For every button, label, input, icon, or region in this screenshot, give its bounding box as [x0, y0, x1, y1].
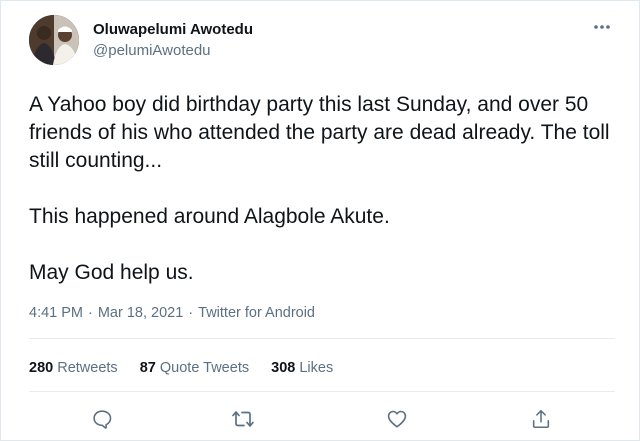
quote-tweets-count: 87 [139, 360, 156, 376]
likes-stat[interactable]: 308 Likes [271, 360, 333, 376]
quote-tweets-label: Quote Tweets [159, 360, 250, 376]
author-name[interactable]: Oluwapelumi Awotedu [93, 21, 253, 38]
more-dots-icon [594, 25, 610, 29]
reply-icon [93, 410, 112, 429]
retweets-label: Retweets [57, 360, 118, 376]
meta-separator: · [88, 305, 93, 321]
divider [29, 391, 615, 392]
like-button[interactable] [384, 406, 410, 432]
tweet-meta: 4:41 PM · Mar 18, 2021 · Twitter for Android [29, 305, 315, 321]
meta-separator: · [188, 305, 194, 321]
reply-button[interactable] [89, 406, 115, 432]
likes-label: Likes [299, 360, 334, 376]
share-icon [532, 409, 550, 429]
tweet-time[interactable]: 4:41 PM [29, 305, 83, 321]
tweet-paragraph: This happened around Alagbole Akute. [29, 205, 390, 228]
retweets-count: 280 [29, 360, 54, 376]
tweet-stats: 280 Retweets 87 Quote Tweets 308 Likes [29, 360, 351, 376]
tweet-paragraph: May God help us. [29, 261, 194, 284]
quote-tweets-stat[interactable]: 87 Quote Tweets [140, 360, 249, 376]
tweet-source[interactable]: Twitter for Android [198, 305, 315, 321]
divider [29, 338, 615, 339]
more-options-button[interactable] [589, 17, 615, 37]
tweet-card: Oluwapelumi Awotedu @pelumiAwotedu A Yah… [0, 0, 640, 441]
share-button[interactable] [528, 406, 554, 432]
action-bar [1, 402, 640, 436]
author-handle[interactable]: @pelumiAwotedu [93, 42, 211, 59]
avatar-image [29, 15, 79, 65]
tweet-paragraph: A Yahoo boy did birthday party this last… [29, 93, 610, 172]
tweet-date[interactable]: Mar 18, 2021 [98, 305, 183, 321]
tweet-text: A Yahoo boy did birthday party this last… [29, 91, 619, 287]
retweet-icon [232, 411, 254, 427]
avatar[interactable] [29, 15, 79, 65]
retweet-button[interactable] [230, 406, 256, 432]
retweets-stat[interactable]: 280 Retweets [29, 360, 118, 376]
likes-count: 308 [271, 360, 296, 376]
heart-icon [387, 410, 407, 428]
